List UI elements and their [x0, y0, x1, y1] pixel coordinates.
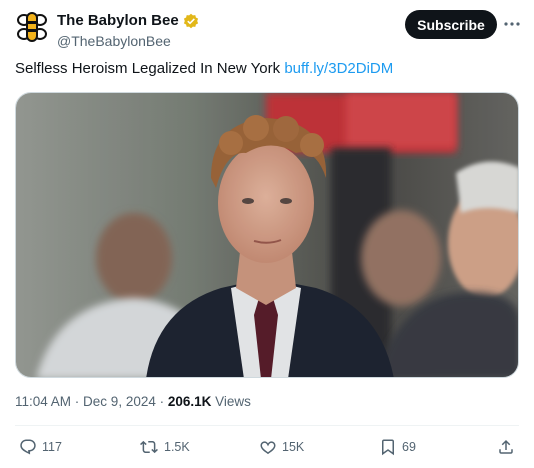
like-button[interactable]: 15K [259, 436, 304, 458]
repost-button[interactable]: 1.5K [139, 436, 190, 458]
meta-separator-2: · [155, 394, 168, 409]
bookmark-count: 69 [402, 440, 416, 454]
like-count: 15K [282, 440, 305, 454]
action-bar: 117 1.5K 15K 69 [15, 436, 519, 458]
tweet-photo[interactable] [15, 92, 519, 378]
more-options-icon[interactable] [502, 14, 522, 34]
repost-icon [140, 440, 158, 454]
reply-count: 117 [42, 440, 62, 454]
author-name[interactable]: The Babylon Bee [57, 12, 179, 30]
tweet-date[interactable]: Dec 9, 2024 [83, 394, 156, 409]
tweet-text: Selfless Heroism Legalized In New York b… [15, 59, 393, 79]
tweet-card: The Babylon Bee @TheBabylonBee Subscribe… [0, 0, 534, 468]
repost-count: 1.5K [164, 440, 190, 454]
subscribe-button[interactable]: Subscribe [405, 10, 497, 39]
tweet-meta: 11:04 AM · Dec 9, 2024 · 206.1K Views [15, 394, 251, 409]
meta-separator: · [71, 394, 84, 409]
author-block: The Babylon Bee @TheBabylonBee [57, 12, 199, 50]
divider [15, 425, 519, 426]
views-label: Views [211, 394, 251, 409]
heart-icon [260, 441, 276, 455]
share-icon [499, 439, 513, 454]
bee-logo-icon [17, 12, 47, 42]
tweet-time[interactable]: 11:04 AM [15, 394, 71, 409]
reply-button[interactable]: 117 [19, 436, 62, 458]
bookmark-button[interactable]: 69 [379, 436, 416, 458]
photo-image [16, 93, 518, 377]
tweet-link[interactable]: buff.ly/3D2DiDM [284, 60, 393, 77]
verified-badge-icon [183, 13, 198, 29]
bookmark-icon [382, 439, 394, 456]
reply-icon [20, 439, 36, 455]
share-button[interactable] [497, 436, 515, 458]
author-handle[interactable]: @TheBabylonBee [57, 32, 199, 50]
avatar[interactable] [15, 10, 49, 44]
views-count[interactable]: 206.1K [168, 394, 212, 409]
tweet-body: Selfless Heroism Legalized In New York [15, 60, 281, 77]
